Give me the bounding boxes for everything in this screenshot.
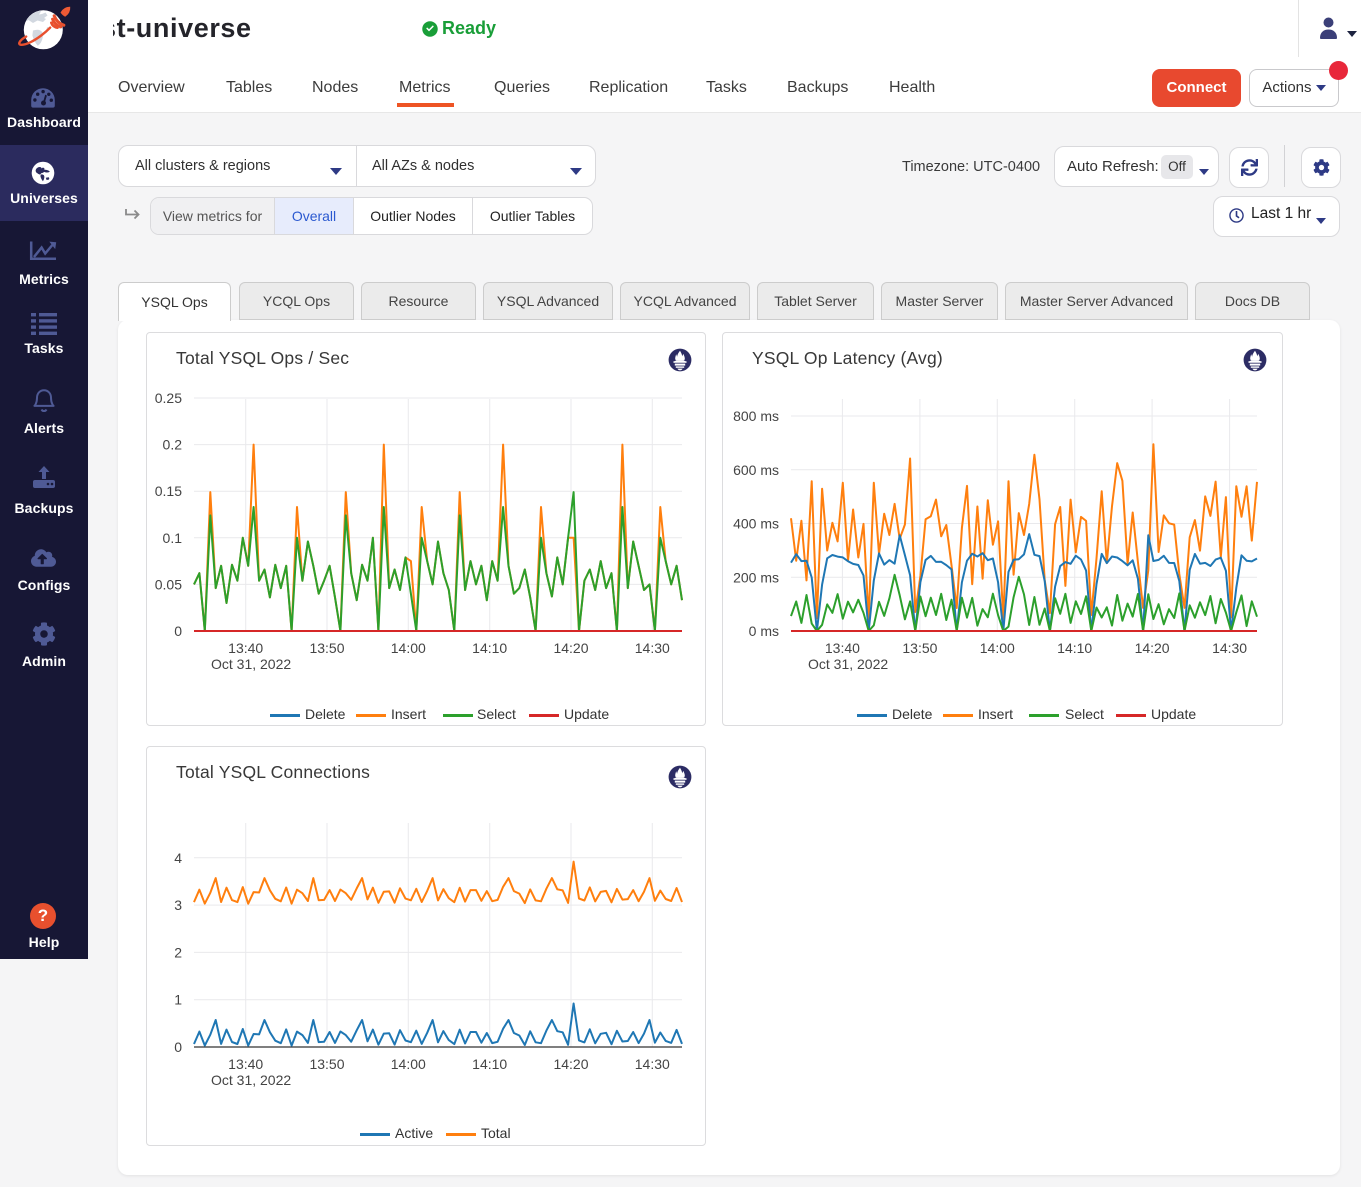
- svg-text:600 ms: 600 ms: [733, 462, 779, 478]
- svg-text:0.25: 0.25: [155, 390, 182, 406]
- svg-text:14:30: 14:30: [1212, 640, 1247, 656]
- svg-text:1: 1: [174, 992, 182, 1008]
- svg-text:200 ms: 200 ms: [733, 569, 779, 585]
- svg-text:0.1: 0.1: [163, 530, 183, 546]
- svg-text:Oct 31, 2022: Oct 31, 2022: [808, 656, 888, 672]
- svg-text:0.05: 0.05: [155, 576, 182, 592]
- svg-text:800 ms: 800 ms: [733, 408, 779, 424]
- svg-text:14:10: 14:10: [1057, 640, 1092, 656]
- svg-text:14:00: 14:00: [391, 640, 426, 656]
- svg-text:14:30: 14:30: [635, 640, 670, 656]
- svg-text:0 ms: 0 ms: [749, 623, 779, 639]
- svg-text:0: 0: [174, 1039, 182, 1055]
- svg-text:0: 0: [174, 623, 182, 639]
- svg-text:14:10: 14:10: [472, 1056, 507, 1072]
- svg-text:14:20: 14:20: [553, 1056, 588, 1072]
- svg-text:13:40: 13:40: [228, 640, 263, 656]
- svg-text:0.15: 0.15: [155, 483, 182, 499]
- svg-text:13:40: 13:40: [825, 640, 860, 656]
- svg-text:4: 4: [174, 850, 182, 866]
- svg-text:13:40: 13:40: [228, 1056, 263, 1072]
- svg-text:13:50: 13:50: [902, 640, 937, 656]
- svg-text:2: 2: [174, 944, 182, 960]
- svg-text:3: 3: [174, 897, 182, 913]
- svg-text:14:20: 14:20: [553, 640, 588, 656]
- svg-text:14:30: 14:30: [635, 1056, 670, 1072]
- svg-text:14:20: 14:20: [1135, 640, 1170, 656]
- svg-text:14:00: 14:00: [391, 1056, 426, 1072]
- svg-text:0.2: 0.2: [163, 437, 183, 453]
- svg-text:400 ms: 400 ms: [733, 516, 779, 532]
- svg-text:13:50: 13:50: [309, 1056, 344, 1072]
- svg-text:13:50: 13:50: [309, 640, 344, 656]
- svg-text:Oct 31, 2022: Oct 31, 2022: [211, 656, 291, 672]
- svg-text:14:10: 14:10: [472, 640, 507, 656]
- svg-text:14:00: 14:00: [980, 640, 1015, 656]
- svg-text:Oct 31, 2022: Oct 31, 2022: [211, 1072, 291, 1088]
